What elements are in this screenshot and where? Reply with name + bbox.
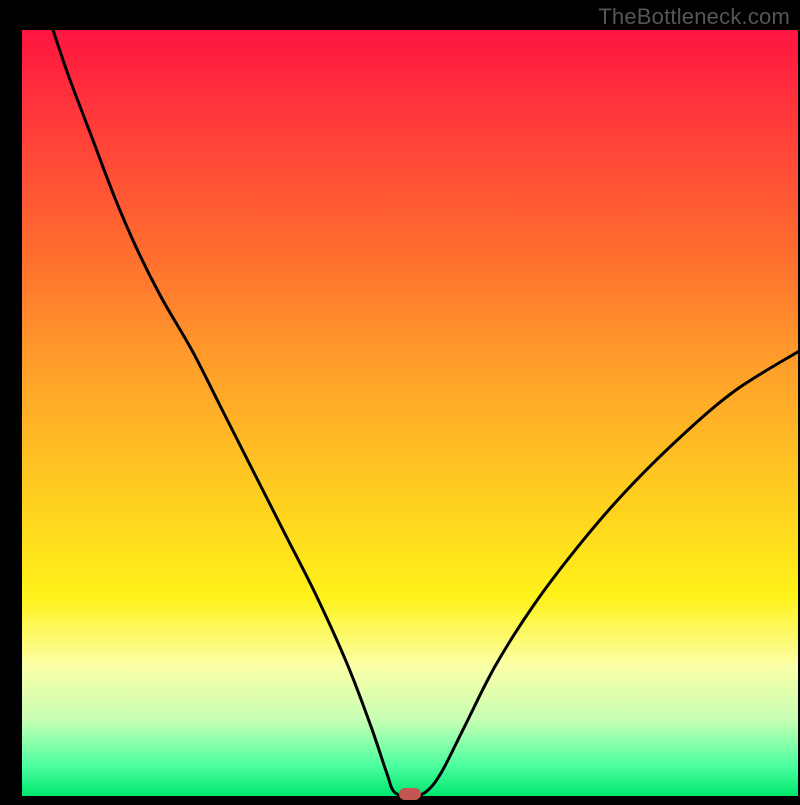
chart-svg: [0, 0, 800, 800]
bottleneck-chart: [0, 0, 800, 800]
attribution-text: TheBottleneck.com: [598, 4, 790, 30]
gradient-background: [22, 30, 798, 796]
minimum-marker: [399, 788, 421, 800]
